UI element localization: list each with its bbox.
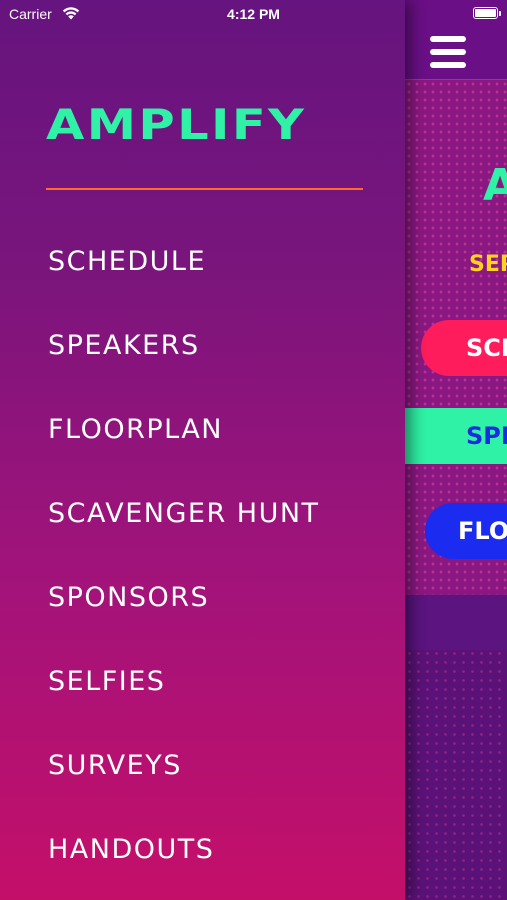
amplify-logo: AMPLIFY [46,100,307,149]
menu-item-scavenger-hunt[interactable]: SCAVENGER HUNT [48,492,320,576]
status-bar: Carrier 4:12 PM [0,0,507,30]
side-drawer: AMPLIFY SCHEDULE SPEAKERS FLOORPLAN SCAV… [0,0,405,900]
main-floorplan-button[interactable]: FLO [425,503,507,559]
menu-item-schedule[interactable]: SCHEDULE [48,240,320,324]
main-speakers-button[interactable]: SPE [405,408,507,464]
menu-item-selfies[interactable]: SELFIES [48,660,320,744]
battery-icon [473,7,501,19]
hamburger-icon[interactable] [430,36,466,68]
menu-item-sponsors[interactable]: SPONSORS [48,576,320,660]
menu-item-handouts[interactable]: HANDOUTS [48,828,320,900]
drawer-menu: SCHEDULE SPEAKERS FLOORPLAN SCAVENGER HU… [48,240,320,900]
status-time: 4:12 PM [227,6,280,22]
main-subtitle: SEP [469,252,507,277]
main-lower-band [405,595,507,650]
main-logo-fragment: A [483,160,507,211]
main-screen: A SEP SCH SPE FLO [405,0,507,900]
menu-item-speakers[interactable]: SPEAKERS [48,324,320,408]
menu-item-floorplan[interactable]: FLOORPLAN [48,408,320,492]
main-schedule-button[interactable]: SCH [421,320,507,376]
logo-divider [46,188,363,190]
menu-item-surveys[interactable]: SURVEYS [48,744,320,828]
